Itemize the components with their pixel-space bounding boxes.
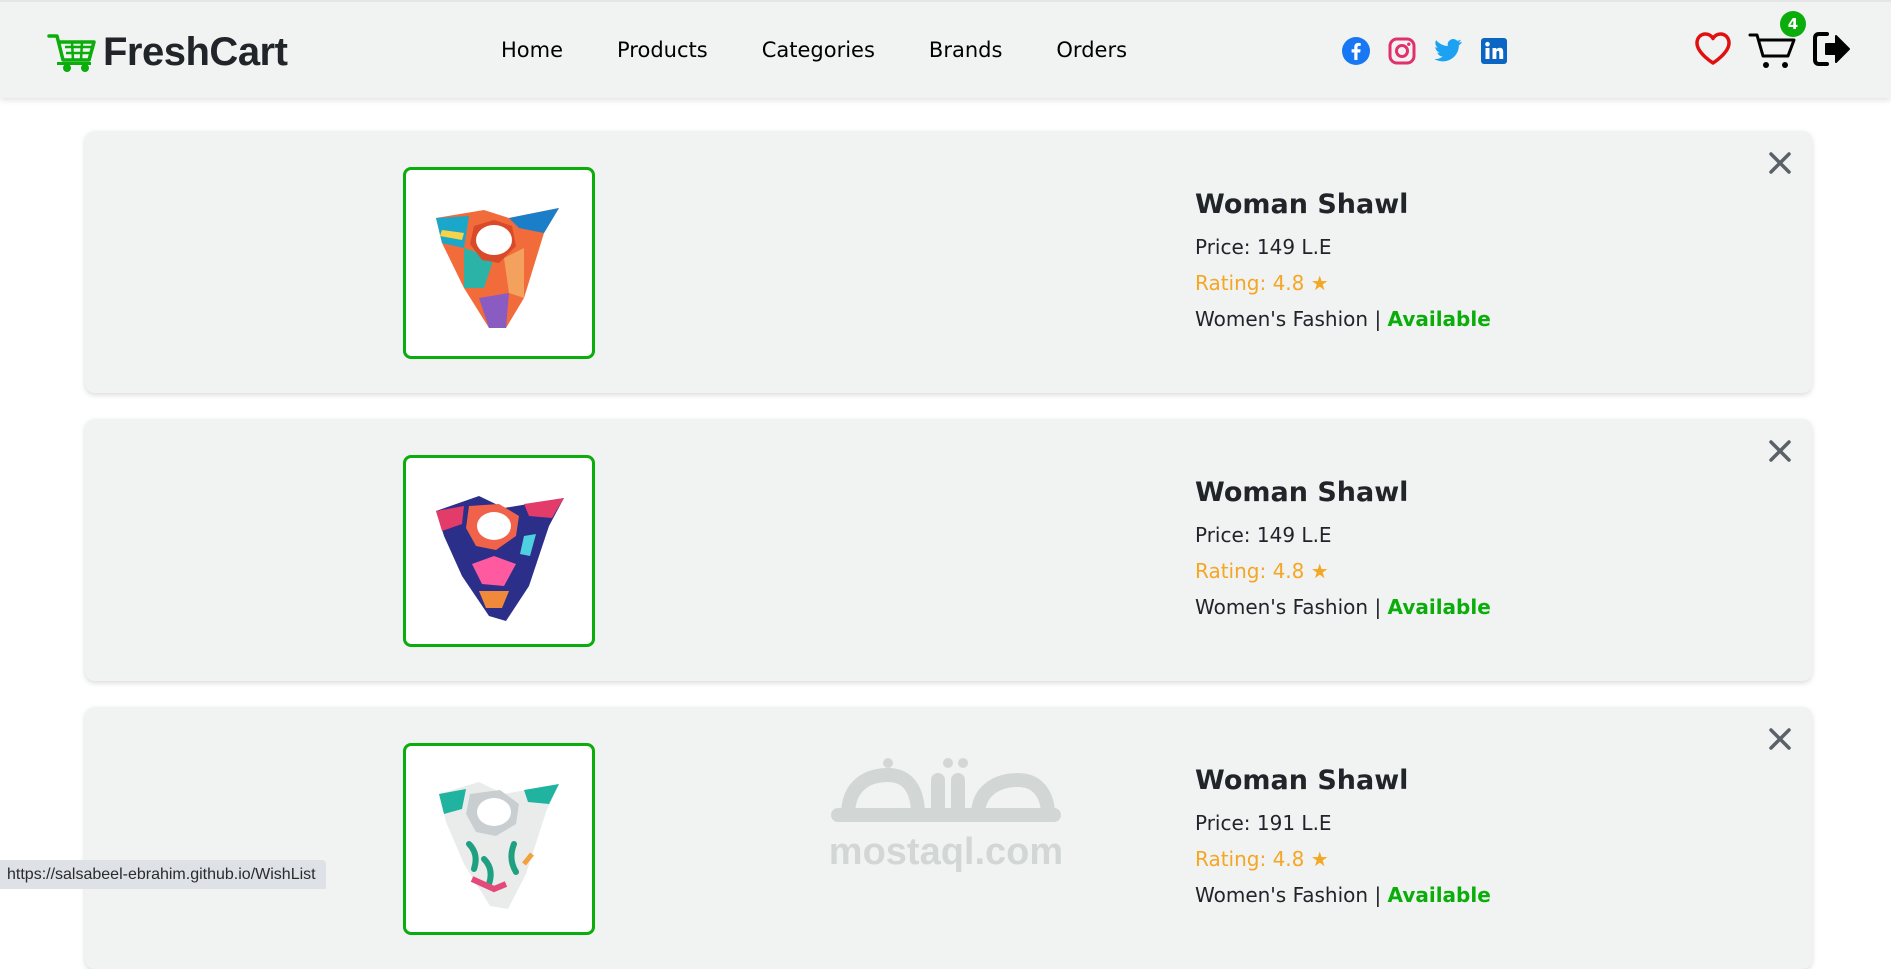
link-preview-statusbar: https://salsabeel-ebrahim.github.io/Wish… — [0, 860, 326, 889]
availability-status: Available — [1387, 883, 1491, 907]
social-links — [1341, 36, 1525, 66]
shawl-image-icon — [439, 782, 559, 909]
product-title[interactable]: Woman Shawl — [1195, 189, 1491, 220]
product-title[interactable]: Woman Shawl — [1195, 477, 1491, 508]
availability-status: Available — [1387, 307, 1491, 331]
wishlist-item: Woman Shawl Price: 149 L.E Rating: 4.8 ★… — [85, 131, 1812, 393]
main-nav: Home Products Categories Brands Orders — [501, 38, 1181, 62]
nav-link-products[interactable]: Products — [617, 38, 708, 62]
product-price: Price: 191 L.E — [1195, 810, 1491, 836]
meta-separator: | — [1374, 883, 1382, 907]
product-meta: Women's Fashion | Available — [1195, 594, 1491, 620]
star-icon: ★ — [1310, 847, 1329, 871]
nav-link-brands[interactable]: Brands — [929, 38, 1003, 62]
linkedin-icon[interactable] — [1479, 36, 1509, 66]
wishlist-item: Woman Shawl Price: 149 L.E Rating: 4.8 ★… — [85, 419, 1812, 681]
price-value: 191 L.E — [1256, 811, 1332, 835]
wishlist-heart-icon[interactable] — [1694, 30, 1732, 68]
nav-link-categories[interactable]: Categories — [762, 38, 875, 62]
shopping-cart-logo-icon — [47, 33, 96, 72]
product-rating: Rating: 4.8 ★ — [1195, 270, 1491, 296]
star-icon: ★ — [1310, 559, 1329, 583]
twitter-icon[interactable] — [1433, 36, 1463, 66]
price-value: 149 L.E — [1256, 235, 1332, 259]
product-meta: Women's Fashion | Available — [1195, 306, 1491, 332]
product-info: Woman Shawl Price: 191 L.E Rating: 4.8 ★… — [1195, 765, 1491, 918]
price-label: Price: — [1195, 811, 1251, 835]
nav-link-orders[interactable]: Orders — [1056, 38, 1127, 62]
watermark: mostaql.com — [828, 755, 1064, 875]
navbar: FreshCart Home Products Categories Brand… — [0, 0, 1891, 98]
remove-item-icon[interactable] — [1766, 437, 1794, 465]
meta-separator: | — [1374, 595, 1382, 619]
shawl-image-icon — [436, 496, 564, 621]
availability-status: Available — [1387, 595, 1491, 619]
brand-name: FreshCart — [103, 30, 288, 74]
cart-count-badge: 4 — [1780, 11, 1806, 37]
watermark-logo-icon — [831, 758, 1061, 822]
category-text: Women's Fashion — [1195, 595, 1369, 619]
category-text: Women's Fashion — [1195, 307, 1369, 331]
remove-item-icon[interactable] — [1766, 149, 1794, 177]
product-info: Woman Shawl Price: 149 L.E Rating: 4.8 ★… — [1195, 189, 1491, 342]
rating-text: Rating: 4.8 — [1195, 271, 1305, 295]
facebook-icon[interactable] — [1341, 36, 1371, 66]
rating-text: Rating: 4.8 — [1195, 847, 1305, 871]
category-text: Women's Fashion — [1195, 883, 1369, 907]
meta-separator: | — [1374, 307, 1382, 331]
shawl-image-icon — [436, 208, 559, 328]
star-icon: ★ — [1310, 271, 1329, 295]
product-info: Woman Shawl Price: 149 L.E Rating: 4.8 ★… — [1195, 477, 1491, 630]
rating-text: Rating: 4.8 — [1195, 559, 1305, 583]
price-label: Price: — [1195, 235, 1251, 259]
remove-item-icon[interactable] — [1766, 725, 1794, 753]
product-image[interactable] — [403, 743, 595, 935]
product-price: Price: 149 L.E — [1195, 522, 1491, 548]
watermark-text: mostaql.com — [828, 831, 1064, 873]
product-rating: Rating: 4.8 ★ — [1195, 558, 1491, 584]
price-label: Price: — [1195, 523, 1251, 547]
product-title[interactable]: Woman Shawl — [1195, 765, 1491, 796]
logout-icon[interactable] — [1812, 30, 1852, 68]
nav-link-home[interactable]: Home — [501, 38, 563, 62]
product-meta: Women's Fashion | Available — [1195, 882, 1491, 908]
price-value: 149 L.E — [1256, 523, 1332, 547]
product-rating: Rating: 4.8 ★ — [1195, 846, 1491, 872]
product-image[interactable] — [403, 455, 595, 647]
product-price: Price: 149 L.E — [1195, 234, 1491, 260]
product-image[interactable] — [403, 167, 595, 359]
brand-logo[interactable]: FreshCart — [47, 30, 288, 75]
instagram-icon[interactable] — [1387, 36, 1417, 66]
